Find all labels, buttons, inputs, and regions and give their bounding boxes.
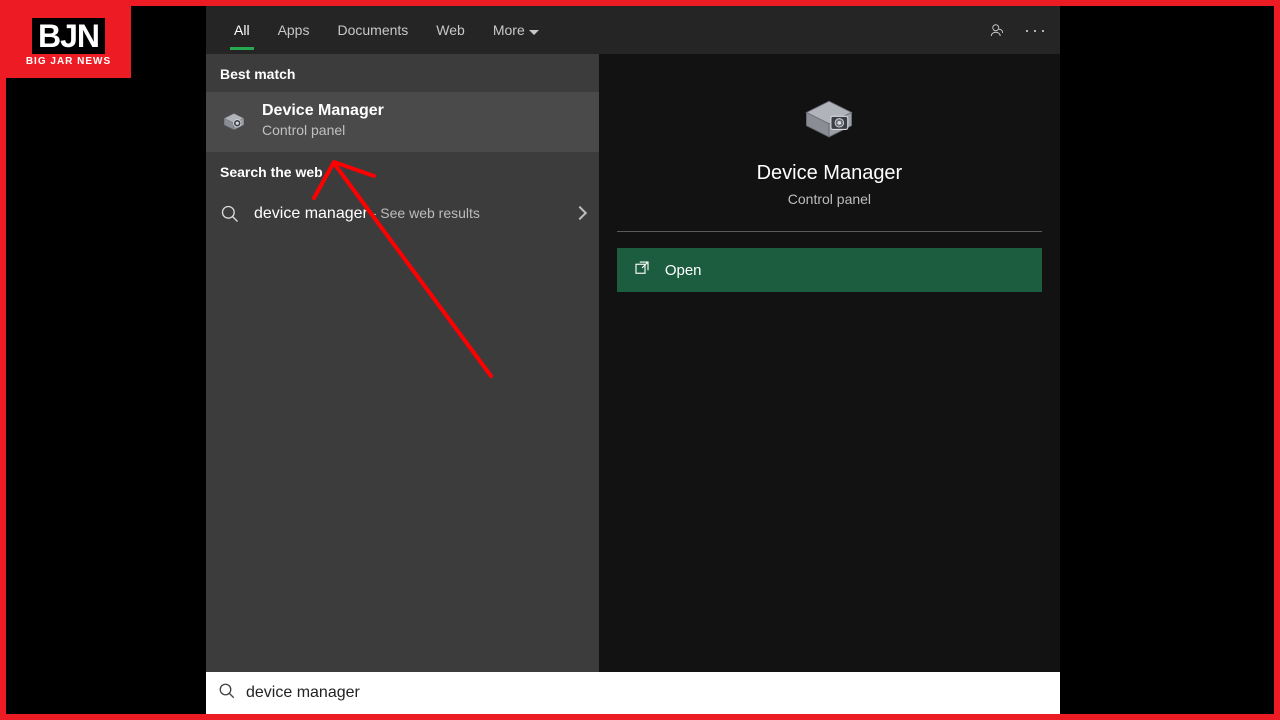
outer-red-frame: BJN BIG JAR NEWS All Apps Documents Web … [0,0,1280,720]
best-match-text: Device Manager Control panel [262,102,384,138]
device-manager-large-icon [799,90,859,144]
search-input[interactable] [246,684,1048,702]
chevron-down-icon [529,6,539,54]
preview-column: Device Manager Control panel Open [599,54,1060,714]
search-tabs: All Apps Documents Web More ··· [206,6,1060,54]
open-label: Open [665,262,702,279]
more-options-icon[interactable]: ··· [1026,20,1046,40]
best-match-title: Device Manager [262,102,384,120]
feedback-icon[interactable] [988,20,1008,40]
tab-documents[interactable]: Documents [323,6,422,54]
chevron-right-icon [575,205,585,223]
bjn-logo: BJN BIG JAR NEWS [6,6,131,78]
open-action[interactable]: Open [617,248,1042,292]
tab-more[interactable]: More [479,6,553,54]
web-search-result[interactable]: device manager - See web results [206,190,599,238]
tab-more-label: More [493,6,525,54]
device-manager-icon [220,106,248,134]
tab-web[interactable]: Web [422,6,479,54]
preview-header: Device Manager Control panel [599,54,1060,231]
best-match-label: Best match [206,54,599,92]
web-search-term: device manager [254,205,368,222]
preview-title: Device Manager [757,162,903,185]
tab-apps[interactable]: Apps [264,6,324,54]
search-split: Best match Device Ma [206,54,1060,714]
search-bar-icon [218,682,236,705]
search-icon [220,204,240,224]
black-background: BJN BIG JAR NEWS All Apps Documents Web … [6,6,1274,714]
tab-all[interactable]: All [220,6,264,54]
search-bar[interactable] [206,672,1060,714]
preview-divider [617,231,1042,232]
results-column: Best match Device Ma [206,54,599,714]
bjn-logo-text: BJN [32,18,105,54]
web-search-hint: - See web results [368,205,480,221]
bjn-logo-subtext: BIG JAR NEWS [26,56,111,67]
open-icon [633,259,651,281]
best-match-subtitle: Control panel [262,122,384,138]
preview-subtitle: Control panel [788,191,871,207]
best-match-result[interactable]: Device Manager Control panel [206,92,599,152]
search-panel: All Apps Documents Web More ··· [206,6,1060,714]
search-web-label: Search the web [206,152,599,190]
